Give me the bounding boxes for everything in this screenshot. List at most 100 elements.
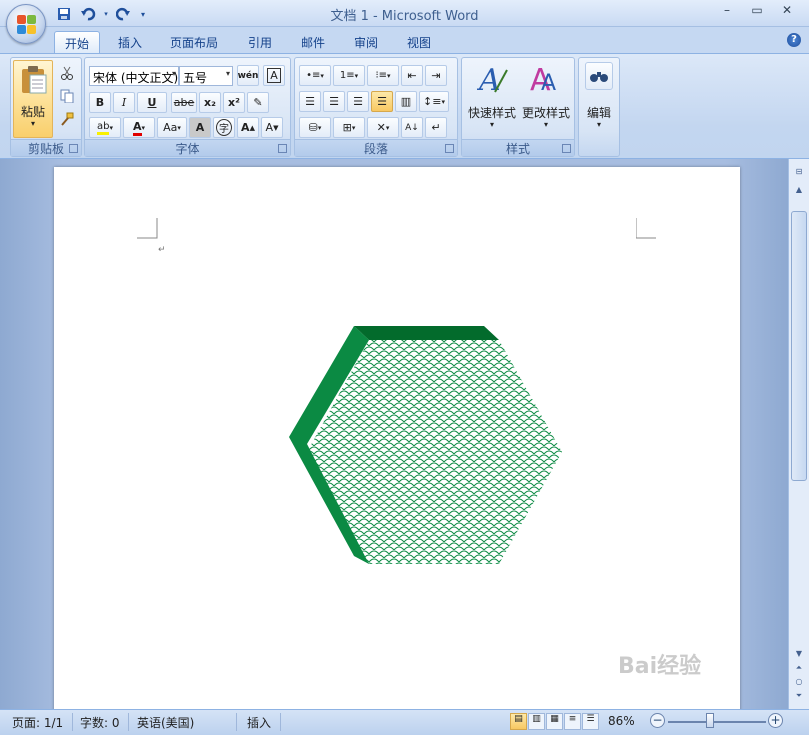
- enclose-characters-button[interactable]: 字: [213, 117, 235, 138]
- chevron-down-icon: ▾: [225, 69, 230, 78]
- zoom-slider-track[interactable]: [668, 721, 766, 723]
- clipboard-launcher-icon[interactable]: [69, 144, 78, 153]
- numbering-button[interactable]: 1≡ ▾: [333, 65, 365, 86]
- strikethrough-button[interactable]: abe: [171, 92, 197, 113]
- paste-button[interactable]: 粘贴 ▾: [13, 60, 53, 138]
- borders-button[interactable]: ⊞ ▾: [333, 117, 365, 138]
- font-launcher-icon[interactable]: [278, 144, 287, 153]
- status-insert-mode[interactable]: 插入: [247, 714, 271, 731]
- shading-button[interactable]: ⛁ ▾: [299, 117, 331, 138]
- vertical-scrollbar[interactable]: ⊟ ▲ ▼ ⏶ ○ ⏷: [788, 159, 809, 709]
- reading-icon: ▥: [532, 714, 541, 724]
- justify-button[interactable]: ☰: [371, 91, 393, 112]
- tab-review[interactable]: 审阅: [344, 31, 388, 54]
- bullets-button[interactable]: •≡ ▾: [299, 65, 331, 86]
- sort-button[interactable]: A↓: [401, 117, 423, 138]
- print-layout-view-button[interactable]: ▤: [510, 713, 527, 730]
- underline-button[interactable]: U: [137, 92, 167, 113]
- status-language[interactable]: 英语(美国): [137, 714, 194, 731]
- align-right-button[interactable]: ☰: [347, 91, 369, 112]
- font-name-select[interactable]: 宋体 (中文正文) ▾: [89, 66, 179, 86]
- paragraph-launcher-icon[interactable]: [445, 144, 454, 153]
- character-border-button[interactable]: A: [263, 65, 285, 86]
- paint-bucket-icon: ⛁: [308, 121, 318, 134]
- tab-home[interactable]: 开始: [54, 31, 101, 54]
- scroll-down-icon[interactable]: ▼: [791, 649, 807, 663]
- quick-styles-dropdown-icon: ▾: [489, 120, 494, 129]
- status-page[interactable]: 页面: 1/1: [12, 714, 63, 731]
- align-left-icon: ☰: [305, 95, 315, 108]
- change-styles-icon: A A: [530, 63, 556, 96]
- italic-button[interactable]: I: [113, 92, 135, 113]
- styles-group: A 快速样式 ▾ A A 更改样式 ▾ 样式: [461, 57, 575, 157]
- font-color-button[interactable]: A ▾: [123, 117, 155, 138]
- grow-font-button[interactable]: A ▲: [237, 117, 259, 138]
- zoom-slider-thumb[interactable]: [706, 713, 714, 728]
- paste-dropdown-icon: ▾: [30, 119, 35, 128]
- document-page[interactable]: ↵: [54, 167, 740, 717]
- zoom-level[interactable]: 86%: [608, 714, 635, 728]
- paste-label: 粘贴: [20, 105, 45, 119]
- next-page-icon[interactable]: ⏷: [791, 691, 807, 705]
- multilevel-list-button[interactable]: ⁝≡ ▾: [367, 65, 399, 86]
- change-styles-button[interactable]: A A 更改样式 ▾: [519, 60, 573, 138]
- office-button[interactable]: [6, 4, 46, 44]
- status-bar: 页面: 1/1 字数: 0 英语(美国) 插入 ▤ ▥ ▦ ≡ ☰ 86% − …: [0, 709, 809, 735]
- quick-styles-button[interactable]: A 快速样式 ▾: [465, 60, 519, 138]
- format-painter-button[interactable]: [57, 108, 77, 129]
- hexagon-shape[interactable]: [289, 326, 564, 568]
- browse-object-icon[interactable]: ○: [791, 677, 807, 691]
- minimize-button[interactable]: –: [715, 3, 739, 21]
- superscript-button[interactable]: x²: [223, 92, 245, 113]
- increase-indent-button[interactable]: ⇥: [425, 65, 447, 86]
- font-color-icon: A: [132, 120, 142, 136]
- scroll-up-icon[interactable]: ▲: [791, 185, 807, 199]
- ruler-toggle-icon[interactable]: ⊟: [791, 167, 807, 181]
- previous-page-icon[interactable]: ⏶: [791, 663, 807, 677]
- clipboard-group: 粘贴 ▾ 剪贴板: [10, 57, 82, 157]
- change-case-label: Aa: [163, 121, 178, 134]
- crop-mark-top-right: [636, 218, 656, 239]
- cut-button[interactable]: [57, 62, 77, 83]
- change-case-button[interactable]: Aa ▾: [157, 117, 187, 138]
- copy-button[interactable]: [57, 85, 77, 106]
- subscript-button[interactable]: x₂: [199, 92, 221, 113]
- tab-mailings[interactable]: 邮件: [291, 31, 335, 54]
- tab-insert[interactable]: 插入: [108, 31, 152, 54]
- full-screen-reading-view-button[interactable]: ▥: [528, 713, 545, 730]
- web-layout-view-button[interactable]: ▦: [546, 713, 563, 730]
- editing-button[interactable]: 编辑 ▾: [581, 60, 617, 138]
- styles-launcher-icon[interactable]: [562, 144, 571, 153]
- highlight-button[interactable]: ab ▾: [89, 117, 121, 138]
- phonetic-guide-button[interactable]: wén: [237, 65, 259, 86]
- numbered-list-icon: 1≡: [339, 70, 355, 81]
- align-center-button[interactable]: ☰: [323, 91, 345, 112]
- distributed-button[interactable]: ▥: [395, 91, 417, 112]
- tab-page-layout[interactable]: 页面布局: [160, 31, 228, 54]
- scrollbar-thumb[interactable]: [791, 211, 807, 481]
- character-shading-button[interactable]: A: [189, 117, 211, 138]
- quick-styles-label: 快速样式: [467, 106, 516, 120]
- maximize-button[interactable]: ▭: [745, 3, 769, 21]
- outline-view-button[interactable]: ≡: [564, 713, 581, 730]
- tab-view[interactable]: 视图: [397, 31, 441, 54]
- shrink-font-button[interactable]: A ▼: [261, 117, 283, 138]
- ribbon-tabs: 开始 插入 页面布局 引用 邮件 审阅 视图 ?: [0, 27, 809, 54]
- help-icon[interactable]: ?: [787, 33, 801, 47]
- close-button[interactable]: ✕: [775, 3, 799, 21]
- decrease-indent-button[interactable]: ⇤: [401, 65, 423, 86]
- zoom-in-button[interactable]: +: [768, 713, 783, 728]
- draft-view-button[interactable]: ☰: [582, 713, 599, 730]
- font-size-select[interactable]: 五号 ▾: [179, 66, 233, 86]
- show-marks-button[interactable]: ↵: [425, 117, 447, 138]
- clear-formatting-button[interactable]: ✎: [247, 92, 269, 113]
- sort-az-icon: A↓: [405, 122, 419, 133]
- zoom-out-button[interactable]: −: [650, 713, 665, 728]
- align-left-button[interactable]: ☰: [299, 91, 321, 112]
- tab-references[interactable]: 引用: [238, 31, 282, 54]
- status-word-count[interactable]: 字数: 0: [80, 714, 120, 731]
- line-spacing-button[interactable]: ↕≡ ▾: [419, 91, 449, 112]
- change-styles-label: 更改样式: [521, 106, 570, 120]
- chinese-layout-button[interactable]: ✕ ▾: [367, 117, 399, 138]
- bold-button[interactable]: B: [89, 92, 111, 113]
